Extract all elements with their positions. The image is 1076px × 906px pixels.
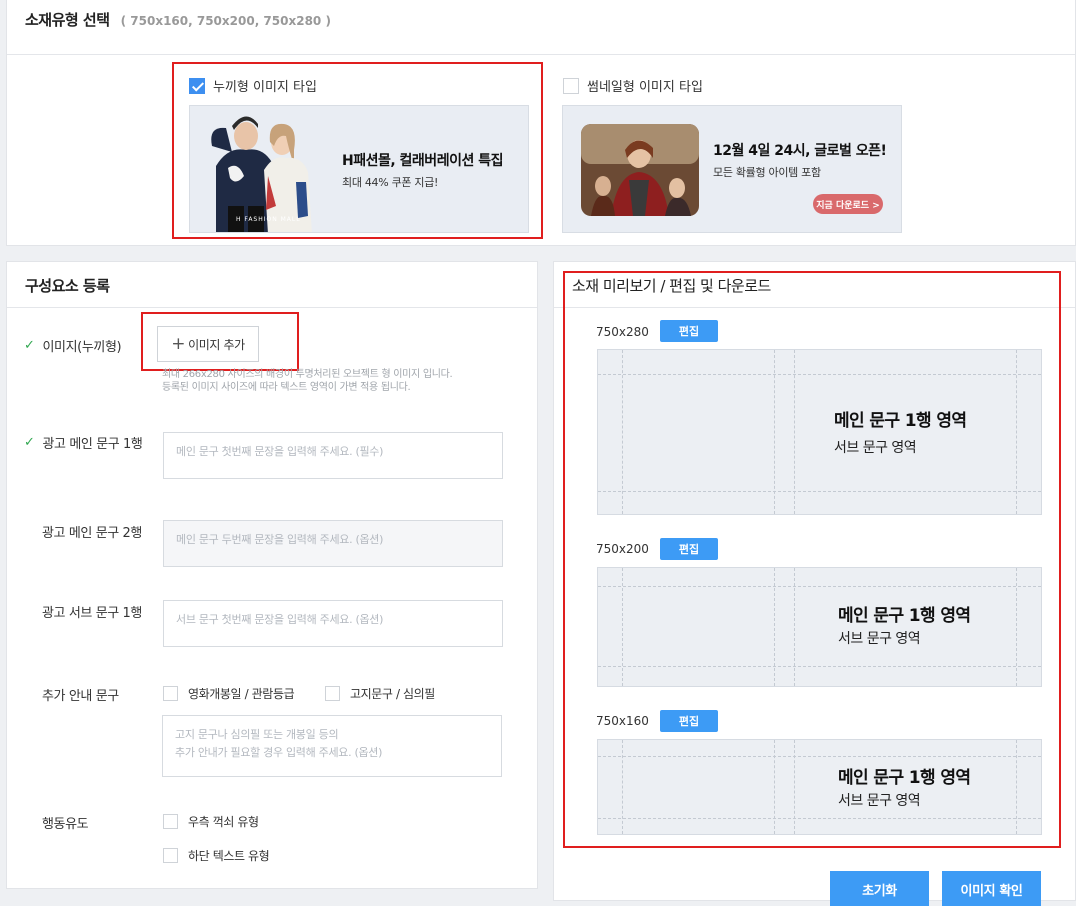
checkbox-checked-icon[interactable] <box>189 77 205 94</box>
extra-option-notice-review[interactable]: 고지문구 / 심의필 <box>325 685 435 702</box>
type-option-thumbnail-label: 썸네일형 이미지 타입 <box>587 80 703 95</box>
guide-line <box>598 666 1041 667</box>
extra-textarea[interactable]: 고지 문구나 심의필 또는 개봉일 등의 추가 안내가 필요할 경우 입력해 주… <box>162 715 502 777</box>
extra-placeholder-line-2: 추가 안내가 필요할 경우 입력해 주세요. (옵션) <box>175 746 383 759</box>
checkbox-unchecked-icon[interactable] <box>163 814 178 829</box>
type-option-thumbnail[interactable]: 썸네일형 이미지 타입 <box>563 76 703 95</box>
extra-option1-label: 영화개봉일 / 관람등급 <box>188 687 295 701</box>
sub1-placeholder: 서브 문구 첫번째 문장을 입력해 주세요. (옵션) <box>176 613 384 626</box>
extra-option2-label: 고지문구 / 심의필 <box>350 687 435 701</box>
sub1-input[interactable]: 서브 문구 첫번째 문장을 입력해 주세요. (옵션) <box>163 600 503 647</box>
add-image-button[interactable]: + 이미지 추가 <box>157 326 259 362</box>
main2-placeholder: 메인 문구 두번째 문장을 입력해 주세요. (옵션) <box>176 533 384 546</box>
reset-button[interactable]: 초기화 <box>830 871 929 906</box>
guide-line <box>598 586 1041 587</box>
extra-field-label-text: 추가 안내 문구 <box>42 689 119 704</box>
action-option1-label: 우측 꺽쇠 유형 <box>188 815 259 829</box>
cutout-thumb-headline: H패션몰, 컬래버레이션 특집 <box>342 153 503 169</box>
preview-main-text: 메인 문구 1행 영역 <box>838 768 971 788</box>
guide-line <box>794 740 795 834</box>
action-option2-label: 하단 텍스트 유형 <box>188 849 270 863</box>
sub1-field-label: 광고 서브 문구 1행 <box>42 602 142 621</box>
guide-line <box>774 740 775 834</box>
models-illustration <box>211 116 312 232</box>
checkbox-unchecked-icon[interactable] <box>163 686 178 701</box>
guide-line <box>598 374 1041 375</box>
preview-size-label: 750x200 <box>596 542 649 556</box>
image-help-line-1: 최대 266x280 사이즈의 배경이 투명처리된 오브젝트 형 이미지 입니다… <box>162 369 453 380</box>
preview-main-text: 메인 문구 1행 영역 <box>838 606 971 626</box>
preview-sub-text: 서브 문구 영역 <box>838 631 921 647</box>
thumbnail-thumb-subline: 모든 확률형 아이템 포함 <box>713 166 821 179</box>
edit-button-200[interactable]: 편집 <box>660 538 718 560</box>
image-help-text: 최대 266x280 사이즈의 배경이 투명처리된 오브젝트 형 이미지 입니다… <box>162 368 453 394</box>
main1-field-label-text: 광고 메인 문구 1행 <box>42 437 143 452</box>
action-field-label: 행동유도 <box>42 813 89 832</box>
guide-line <box>598 818 1041 819</box>
edit-button-160[interactable]: 편집 <box>660 710 718 732</box>
type-option-cutout[interactable]: 누끼형 이미지 타입 <box>189 76 317 95</box>
edit-button-280[interactable]: 편집 <box>660 320 718 342</box>
preview-sub-text: 서브 문구 영역 <box>834 440 917 456</box>
fashion-mall-logo: H FASHION MALL <box>236 216 301 223</box>
creative-type-header: 소재유형 선택 ( 750x160, 750x200, 750x280 ) <box>7 0 1075 55</box>
preview-sub-text: 서브 문구 영역 <box>838 793 921 809</box>
action-option-bottom-text[interactable]: 하단 텍스트 유형 <box>163 847 270 864</box>
preview-title: 소재 미리보기 / 편집 및 다운로드 <box>554 262 1075 308</box>
main2-field-label: 광고 메인 문구 2행 <box>42 522 142 541</box>
preview-750x200: 메인 문구 1행 영역 서브 문구 영역 <box>597 567 1042 687</box>
download-cta-pill: 지금 다운로드 > <box>813 194 883 214</box>
extra-option-release-rating[interactable]: 영화개봉일 / 관람등급 <box>163 685 295 702</box>
action-field-label-text: 행동유도 <box>42 817 89 832</box>
guide-line <box>622 740 623 834</box>
preview-750x160: 메인 문구 1행 영역 서브 문구 영역 <box>597 739 1042 835</box>
extra-placeholder-line-1: 고지 문구나 심의필 또는 개봉일 등의 <box>175 728 339 741</box>
image-field-label: ✓ 이미지(누끼형) <box>24 336 122 355</box>
checkbox-unchecked-icon[interactable] <box>563 77 579 94</box>
preview-size-label: 750x160 <box>596 714 649 728</box>
check-icon: ✓ <box>24 338 35 353</box>
confirm-image-button[interactable]: 이미지 확인 <box>942 871 1041 906</box>
thumbnail-type-thumbnail[interactable]: 12월 4일 24시, 글로벌 오픈! 모든 확률형 아이템 포함 지금 다운로… <box>562 105 902 233</box>
guide-line <box>1016 740 1017 834</box>
main2-input[interactable]: 메인 문구 두번째 문장을 입력해 주세요. (옵션) <box>163 520 503 567</box>
creative-type-sizes: ( 750x160, 750x200, 750x280 ) <box>120 14 331 28</box>
preview-size-label: 750x280 <box>596 325 649 339</box>
creative-type-panel: 소재유형 선택 ( 750x160, 750x200, 750x280 ) 누끼… <box>6 0 1076 246</box>
type-option-cutout-label: 누끼형 이미지 타입 <box>213 80 317 95</box>
extra-field-label: 추가 안내 문구 <box>42 685 119 704</box>
add-image-button-label: 이미지 추가 <box>188 337 245 352</box>
sub1-field-label-text: 광고 서브 문구 1행 <box>42 606 142 621</box>
checkbox-unchecked-icon[interactable] <box>325 686 340 701</box>
cutout-thumb-subline: 최대 44% 쿠폰 지급! <box>342 176 439 189</box>
preview-main-text: 메인 문구 1행 영역 <box>834 411 967 431</box>
thumbnail-thumb-headline: 12월 4일 24시, 글로벌 오픈! <box>713 143 887 159</box>
plus-icon: + <box>171 334 186 354</box>
image-field-label-text: 이미지(누끼형) <box>42 340 122 355</box>
components-title: 구성요소 등록 <box>7 262 537 308</box>
image-help-line-2: 등록된 이미지 사이즈에 따라 텍스트 영역이 가변 적용 됩니다. <box>162 382 411 393</box>
main1-input[interactable]: 메인 문구 첫번째 문장을 입력해 주세요. (필수) <box>163 432 503 479</box>
components-panel: 구성요소 등록 <box>6 261 538 889</box>
guide-line <box>598 491 1041 492</box>
preview-750x280: 메인 문구 1행 영역 서브 문구 영역 <box>597 349 1042 515</box>
game-art-illustration <box>581 124 699 216</box>
action-option-right-arrow[interactable]: 우측 꺽쇠 유형 <box>163 813 259 830</box>
creative-type-title: 소재유형 선택 <box>25 11 110 29</box>
main2-field-label-text: 광고 메인 문구 2행 <box>42 526 142 541</box>
main1-field-label: ✓ 광고 메인 문구 1행 <box>24 433 143 452</box>
checkbox-unchecked-icon[interactable] <box>163 848 178 863</box>
guide-line <box>598 756 1041 757</box>
check-icon: ✓ <box>24 435 35 450</box>
cutout-type-thumbnail[interactable]: H FASHION MALL H패션몰, 컬래버레이션 특집 최대 44% 쿠폰… <box>189 105 529 233</box>
main1-placeholder: 메인 문구 첫번째 문장을 입력해 주세요. (필수) <box>176 445 384 458</box>
